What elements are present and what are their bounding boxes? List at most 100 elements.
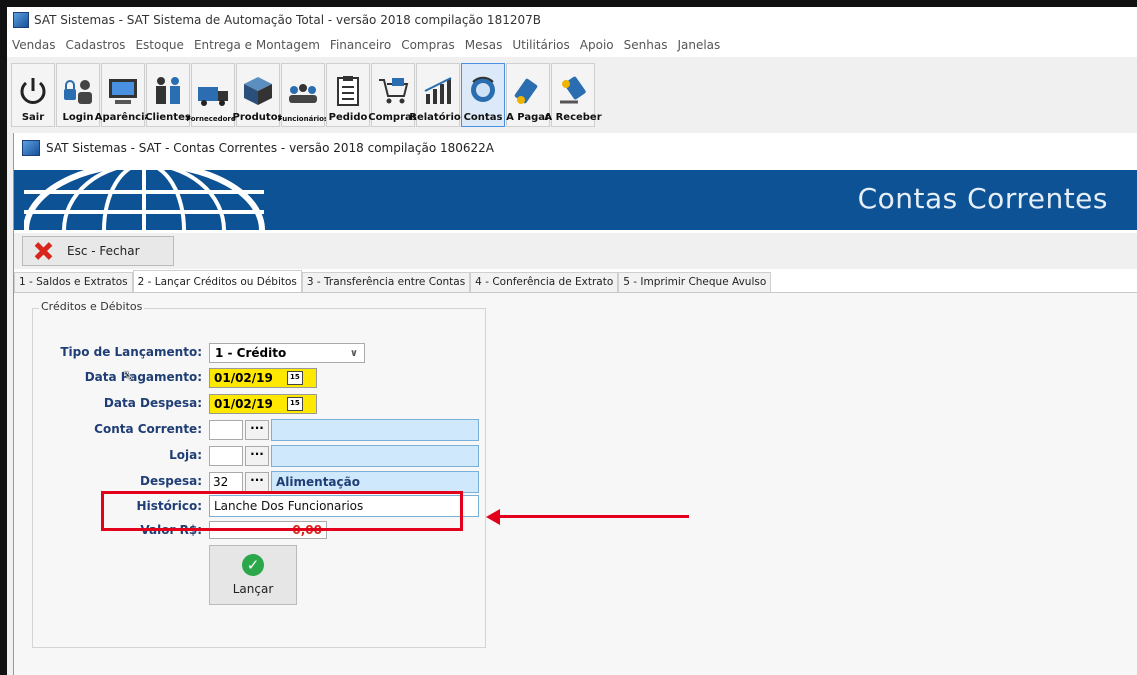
tab-saldos-extratos[interactable]: 1 - Saldos e Extratos	[14, 272, 133, 292]
group-label: Créditos e Débitos	[39, 300, 145, 313]
relatorios-button[interactable]: Relatórios	[409, 63, 467, 127]
produtos-label: Produtos	[232, 112, 284, 123]
clipboard-icon	[337, 76, 359, 106]
coins-icon	[471, 76, 495, 102]
menu-apoio[interactable]: Apoio	[575, 38, 619, 52]
menu-vendas[interactable]: Vendas	[7, 38, 61, 52]
loja-label: Loja:	[169, 448, 202, 462]
tab-strip: 1 - Saldos e Extratos 2 - Lançar Crédito…	[14, 270, 1137, 293]
receive-icon	[560, 76, 586, 104]
menu-compras[interactable]: Compras	[396, 38, 460, 52]
despesa-lookup-button[interactable]: ···	[245, 472, 269, 492]
cart-icon	[379, 78, 409, 104]
banner: Contas Correntes	[14, 170, 1137, 230]
data-pagamento-label: Data Pagamento:	[84, 370, 202, 384]
aparencia-button[interactable]: Aparência	[95, 63, 151, 127]
contas-button[interactable]: Contas	[461, 63, 505, 127]
loja-lookup-button[interactable]: ···	[245, 446, 269, 466]
loja-name-field	[271, 445, 479, 467]
data-despesa-label: Data Despesa:	[103, 396, 202, 410]
banner-title: Contas Correntes	[857, 182, 1108, 215]
window-frame-left	[0, 0, 7, 675]
sair-label: Sair	[21, 112, 45, 123]
a-receber-label: A Receber	[544, 112, 602, 123]
login-icon	[64, 80, 92, 104]
calendar-icon[interactable]: 15	[286, 397, 303, 411]
relatorios-label: Relatórios	[409, 112, 467, 123]
loja-code-input[interactable]	[209, 446, 243, 466]
clientes-label: Clientes	[145, 112, 191, 123]
tipo-lancamento-label: Tipo de Lançamento:	[60, 345, 202, 359]
contas-label: Contas	[463, 112, 503, 123]
window-title: SAT Sistemas - SAT Sistema de Automação …	[34, 13, 541, 27]
annotation-arrow-line	[495, 515, 689, 518]
menu-entrega-montagem[interactable]: Entrega e Montagem	[189, 38, 325, 52]
employees-icon	[289, 84, 317, 103]
menu-financeiro[interactable]: Financeiro	[325, 38, 396, 52]
chevron-down-icon: ∨	[349, 347, 358, 359]
tab-transferencia-contas[interactable]: 3 - Transferência entre Contas	[301, 272, 471, 292]
data-pagamento-field[interactable]: 01/02/19 15	[209, 368, 317, 388]
menu-mesas[interactable]: Mesas	[460, 38, 508, 52]
globe-icon	[24, 170, 265, 230]
chart-icon	[424, 77, 452, 104]
child-window-title: SAT Sistemas - SAT - Contas Correntes - …	[46, 141, 494, 155]
pedido-button[interactable]: Pedido	[326, 63, 370, 127]
produtos-button[interactable]: Produtos	[233, 63, 284, 127]
login-button[interactable]: Login	[56, 63, 100, 127]
menu-estoque[interactable]: Estoque	[130, 38, 189, 52]
app-icon	[13, 12, 29, 28]
title-bar: SAT Sistemas - SAT Sistema de Automação …	[7, 7, 1137, 33]
main-window: SAT Sistemas - SAT Sistema de Automação …	[7, 7, 1137, 675]
data-despesa-value: 01/02/19	[214, 397, 273, 411]
menu-cadastros[interactable]: Cadastros	[61, 38, 131, 52]
a-pagar-label: A Pagar	[506, 112, 550, 123]
sair-button[interactable]: Sair	[11, 63, 55, 127]
data-despesa-field[interactable]: 01/02/19 15	[209, 394, 317, 414]
data-pagamento-value: 01/02/19	[214, 371, 273, 385]
close-label: Esc - Fechar	[67, 244, 140, 258]
despesa-name-field: Alimentação	[271, 471, 479, 493]
menu-janelas[interactable]: Janelas	[672, 38, 725, 52]
aparencia-label: Aparência	[94, 112, 152, 123]
conta-corrente-code-input[interactable]	[209, 420, 243, 440]
power-icon	[20, 78, 46, 104]
tab-lancar-creditos-debitos[interactable]: 2 - Lançar Créditos ou Débitos	[132, 270, 302, 292]
lancar-button[interactable]: ✓ Lançar	[209, 545, 297, 605]
menu-senhas[interactable]: Senhas	[619, 38, 673, 52]
tab-imprimir-cheque[interactable]: 5 - Imprimir Cheque Avulso	[618, 272, 772, 292]
monitor-icon	[109, 79, 137, 104]
annotation-arrow-icon	[486, 509, 500, 525]
action-bar: Esc - Fechar	[14, 233, 1137, 269]
conta-corrente-lookup-button[interactable]: ···	[245, 420, 269, 440]
tab-conferencia-extrato[interactable]: 4 - Conferência de Extrato	[470, 272, 619, 292]
mouse-cursor-icon: ⬁	[122, 368, 134, 384]
truck-icon	[198, 87, 228, 106]
menu-utilitarios[interactable]: Utilitários	[507, 38, 574, 52]
conta-corrente-name-field	[271, 419, 479, 441]
login-label: Login	[62, 112, 94, 123]
tab-panel: Créditos e Débitos Tipo de Lançamento: 1…	[14, 293, 1137, 675]
contas-correntes-window: SAT Sistemas - SAT - Contas Correntes - …	[13, 133, 1137, 675]
tipo-lancamento-value: 1 - Crédito	[215, 346, 287, 360]
close-icon	[33, 241, 53, 261]
close-button[interactable]: Esc - Fechar	[22, 236, 174, 266]
clientes-button[interactable]: Clientes	[145, 63, 191, 127]
window-frame-top	[0, 0, 1137, 7]
child-app-icon	[22, 140, 40, 156]
despesa-label: Despesa:	[139, 474, 202, 488]
conta-corrente-label: Conta Corrente:	[94, 422, 202, 436]
despesa-code-input[interactable]: 32	[209, 472, 243, 492]
a-receber-button[interactable]: A Receber	[544, 63, 602, 127]
tipo-lancamento-select[interactable]: 1 - Crédito ∨	[209, 343, 365, 363]
clients-icon	[156, 77, 180, 104]
calendar-icon[interactable]: 15	[286, 371, 303, 385]
toolbar: Sair Login Aparência Clientes Fornecedor…	[11, 63, 602, 129]
check-icon: ✓	[242, 554, 264, 576]
pedido-label: Pedido	[328, 112, 368, 123]
funcionarios-button[interactable]: Funcionários	[278, 63, 328, 127]
menu-bar: Vendas Cadastros Estoque Entrega e Monta…	[7, 33, 1137, 57]
child-title-bar: SAT Sistemas - SAT - Contas Correntes - …	[14, 133, 1137, 163]
pay-icon	[514, 78, 538, 104]
fornecedores-button[interactable]: Fornecedores	[186, 63, 240, 127]
